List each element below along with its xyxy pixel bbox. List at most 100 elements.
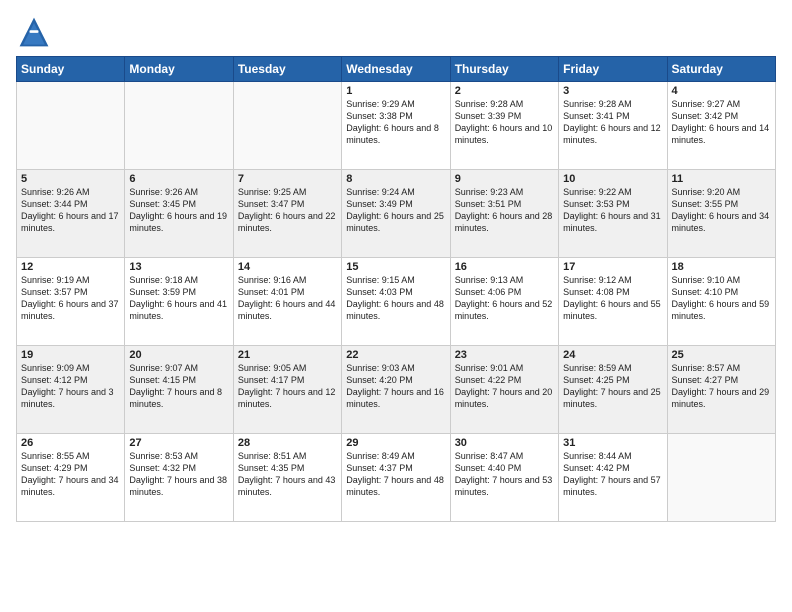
day-number: 10 bbox=[563, 173, 662, 185]
calendar-day-11: 11Sunrise: 9:20 AMSunset: 3:55 PMDayligh… bbox=[667, 170, 775, 258]
day-number: 21 bbox=[238, 349, 337, 361]
day-info: Sunrise: 9:09 AMSunset: 4:12 PMDaylight:… bbox=[21, 362, 120, 411]
day-number: 11 bbox=[672, 173, 771, 185]
calendar-day-15: 15Sunrise: 9:15 AMSunset: 4:03 PMDayligh… bbox=[342, 258, 450, 346]
day-info: Sunrise: 8:59 AMSunset: 4:25 PMDaylight:… bbox=[563, 362, 662, 411]
day-number: 8 bbox=[346, 173, 445, 185]
day-info: Sunrise: 9:18 AMSunset: 3:59 PMDaylight:… bbox=[129, 274, 228, 323]
day-number: 29 bbox=[346, 437, 445, 449]
calendar-header-row: SundayMondayTuesdayWednesdayThursdayFrid… bbox=[17, 57, 776, 82]
day-number: 25 bbox=[672, 349, 771, 361]
calendar-day-25: 25Sunrise: 8:57 AMSunset: 4:27 PMDayligh… bbox=[667, 346, 775, 434]
day-number: 23 bbox=[455, 349, 554, 361]
calendar-table: SundayMondayTuesdayWednesdayThursdayFrid… bbox=[16, 56, 776, 522]
day-number: 6 bbox=[129, 173, 228, 185]
page: SundayMondayTuesdayWednesdayThursdayFrid… bbox=[0, 0, 792, 612]
day-number: 1 bbox=[346, 85, 445, 97]
day-info: Sunrise: 9:23 AMSunset: 3:51 PMDaylight:… bbox=[455, 186, 554, 235]
day-info: Sunrise: 9:15 AMSunset: 4:03 PMDaylight:… bbox=[346, 274, 445, 323]
day-number: 2 bbox=[455, 85, 554, 97]
day-info: Sunrise: 9:12 AMSunset: 4:08 PMDaylight:… bbox=[563, 274, 662, 323]
day-info: Sunrise: 9:29 AMSunset: 3:38 PMDaylight:… bbox=[346, 98, 445, 147]
day-number: 30 bbox=[455, 437, 554, 449]
day-header-monday: Monday bbox=[125, 57, 233, 82]
calendar-day-21: 21Sunrise: 9:05 AMSunset: 4:17 PMDayligh… bbox=[233, 346, 341, 434]
calendar-day-8: 8Sunrise: 9:24 AMSunset: 3:49 PMDaylight… bbox=[342, 170, 450, 258]
calendar-week-row: 12Sunrise: 9:19 AMSunset: 3:57 PMDayligh… bbox=[17, 258, 776, 346]
day-header-wednesday: Wednesday bbox=[342, 57, 450, 82]
day-info: Sunrise: 9:16 AMSunset: 4:01 PMDaylight:… bbox=[238, 274, 337, 323]
day-info: Sunrise: 9:01 AMSunset: 4:22 PMDaylight:… bbox=[455, 362, 554, 411]
logo bbox=[16, 14, 56, 50]
logo-icon bbox=[16, 14, 52, 50]
calendar-day-14: 14Sunrise: 9:16 AMSunset: 4:01 PMDayligh… bbox=[233, 258, 341, 346]
day-number: 4 bbox=[672, 85, 771, 97]
day-number: 7 bbox=[238, 173, 337, 185]
day-number: 13 bbox=[129, 261, 228, 273]
day-number: 9 bbox=[455, 173, 554, 185]
day-number: 18 bbox=[672, 261, 771, 273]
day-number: 15 bbox=[346, 261, 445, 273]
calendar-day-23: 23Sunrise: 9:01 AMSunset: 4:22 PMDayligh… bbox=[450, 346, 558, 434]
day-info: Sunrise: 9:28 AMSunset: 3:41 PMDaylight:… bbox=[563, 98, 662, 147]
day-info: Sunrise: 8:55 AMSunset: 4:29 PMDaylight:… bbox=[21, 450, 120, 499]
day-info: Sunrise: 9:10 AMSunset: 4:10 PMDaylight:… bbox=[672, 274, 771, 323]
day-number: 16 bbox=[455, 261, 554, 273]
calendar-day-10: 10Sunrise: 9:22 AMSunset: 3:53 PMDayligh… bbox=[559, 170, 667, 258]
calendar-day-12: 12Sunrise: 9:19 AMSunset: 3:57 PMDayligh… bbox=[17, 258, 125, 346]
day-info: Sunrise: 9:27 AMSunset: 3:42 PMDaylight:… bbox=[672, 98, 771, 147]
calendar-empty-cell bbox=[233, 82, 341, 170]
day-info: Sunrise: 9:25 AMSunset: 3:47 PMDaylight:… bbox=[238, 186, 337, 235]
day-header-sunday: Sunday bbox=[17, 57, 125, 82]
day-number: 14 bbox=[238, 261, 337, 273]
day-info: Sunrise: 9:07 AMSunset: 4:15 PMDaylight:… bbox=[129, 362, 228, 411]
day-info: Sunrise: 9:26 AMSunset: 3:44 PMDaylight:… bbox=[21, 186, 120, 235]
day-info: Sunrise: 9:13 AMSunset: 4:06 PMDaylight:… bbox=[455, 274, 554, 323]
day-number: 12 bbox=[21, 261, 120, 273]
day-info: Sunrise: 8:44 AMSunset: 4:42 PMDaylight:… bbox=[563, 450, 662, 499]
day-info: Sunrise: 9:24 AMSunset: 3:49 PMDaylight:… bbox=[346, 186, 445, 235]
day-info: Sunrise: 9:22 AMSunset: 3:53 PMDaylight:… bbox=[563, 186, 662, 235]
day-header-saturday: Saturday bbox=[667, 57, 775, 82]
calendar-day-7: 7Sunrise: 9:25 AMSunset: 3:47 PMDaylight… bbox=[233, 170, 341, 258]
day-info: Sunrise: 8:49 AMSunset: 4:37 PMDaylight:… bbox=[346, 450, 445, 499]
day-number: 19 bbox=[21, 349, 120, 361]
header bbox=[16, 10, 776, 50]
day-info: Sunrise: 9:20 AMSunset: 3:55 PMDaylight:… bbox=[672, 186, 771, 235]
calendar-week-row: 1Sunrise: 9:29 AMSunset: 3:38 PMDaylight… bbox=[17, 82, 776, 170]
calendar-day-22: 22Sunrise: 9:03 AMSunset: 4:20 PMDayligh… bbox=[342, 346, 450, 434]
calendar-day-29: 29Sunrise: 8:49 AMSunset: 4:37 PMDayligh… bbox=[342, 434, 450, 522]
day-info: Sunrise: 8:51 AMSunset: 4:35 PMDaylight:… bbox=[238, 450, 337, 499]
calendar-week-row: 5Sunrise: 9:26 AMSunset: 3:44 PMDaylight… bbox=[17, 170, 776, 258]
day-number: 27 bbox=[129, 437, 228, 449]
day-info: Sunrise: 9:05 AMSunset: 4:17 PMDaylight:… bbox=[238, 362, 337, 411]
day-info: Sunrise: 8:53 AMSunset: 4:32 PMDaylight:… bbox=[129, 450, 228, 499]
day-number: 20 bbox=[129, 349, 228, 361]
day-info: Sunrise: 8:47 AMSunset: 4:40 PMDaylight:… bbox=[455, 450, 554, 499]
calendar-day-9: 9Sunrise: 9:23 AMSunset: 3:51 PMDaylight… bbox=[450, 170, 558, 258]
calendar-day-17: 17Sunrise: 9:12 AMSunset: 4:08 PMDayligh… bbox=[559, 258, 667, 346]
day-info: Sunrise: 9:19 AMSunset: 3:57 PMDaylight:… bbox=[21, 274, 120, 323]
calendar-day-30: 30Sunrise: 8:47 AMSunset: 4:40 PMDayligh… bbox=[450, 434, 558, 522]
day-info: Sunrise: 8:57 AMSunset: 4:27 PMDaylight:… bbox=[672, 362, 771, 411]
calendar-day-28: 28Sunrise: 8:51 AMSunset: 4:35 PMDayligh… bbox=[233, 434, 341, 522]
day-header-tuesday: Tuesday bbox=[233, 57, 341, 82]
calendar-empty-cell bbox=[667, 434, 775, 522]
calendar-day-2: 2Sunrise: 9:28 AMSunset: 3:39 PMDaylight… bbox=[450, 82, 558, 170]
calendar-day-4: 4Sunrise: 9:27 AMSunset: 3:42 PMDaylight… bbox=[667, 82, 775, 170]
day-info: Sunrise: 9:03 AMSunset: 4:20 PMDaylight:… bbox=[346, 362, 445, 411]
calendar-day-5: 5Sunrise: 9:26 AMSunset: 3:44 PMDaylight… bbox=[17, 170, 125, 258]
calendar-day-3: 3Sunrise: 9:28 AMSunset: 3:41 PMDaylight… bbox=[559, 82, 667, 170]
calendar-day-19: 19Sunrise: 9:09 AMSunset: 4:12 PMDayligh… bbox=[17, 346, 125, 434]
calendar-day-13: 13Sunrise: 9:18 AMSunset: 3:59 PMDayligh… bbox=[125, 258, 233, 346]
calendar-day-26: 26Sunrise: 8:55 AMSunset: 4:29 PMDayligh… bbox=[17, 434, 125, 522]
calendar-day-24: 24Sunrise: 8:59 AMSunset: 4:25 PMDayligh… bbox=[559, 346, 667, 434]
calendar-week-row: 19Sunrise: 9:09 AMSunset: 4:12 PMDayligh… bbox=[17, 346, 776, 434]
calendar-week-row: 26Sunrise: 8:55 AMSunset: 4:29 PMDayligh… bbox=[17, 434, 776, 522]
day-header-thursday: Thursday bbox=[450, 57, 558, 82]
calendar-day-1: 1Sunrise: 9:29 AMSunset: 3:38 PMDaylight… bbox=[342, 82, 450, 170]
day-number: 5 bbox=[21, 173, 120, 185]
day-info: Sunrise: 9:28 AMSunset: 3:39 PMDaylight:… bbox=[455, 98, 554, 147]
calendar-day-27: 27Sunrise: 8:53 AMSunset: 4:32 PMDayligh… bbox=[125, 434, 233, 522]
day-info: Sunrise: 9:26 AMSunset: 3:45 PMDaylight:… bbox=[129, 186, 228, 235]
